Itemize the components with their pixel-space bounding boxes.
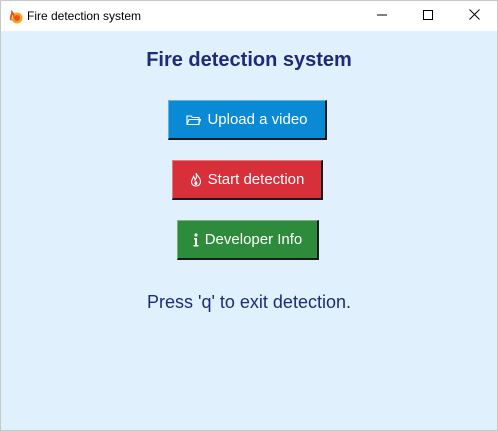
app-window: Fire detection system Fire detection sys… xyxy=(0,0,498,431)
minimize-button[interactable] xyxy=(359,1,405,31)
minimize-icon xyxy=(377,7,387,25)
folder-icon xyxy=(186,114,202,126)
fire-app-icon xyxy=(7,8,23,24)
page-title: Fire detection system xyxy=(146,49,352,71)
maximize-icon xyxy=(423,7,433,25)
upload-video-button[interactable]: Upload a video xyxy=(168,100,327,140)
info-icon xyxy=(193,232,199,247)
title-bar[interactable]: Fire detection system xyxy=(1,1,497,31)
upload-video-label: Upload a video xyxy=(207,111,308,128)
developer-info-label: Developer Info xyxy=(204,231,303,248)
main-panel: Fire detection system Upload a video Sta… xyxy=(1,31,497,430)
exit-hint-text: Press 'q' to exit detection. xyxy=(147,292,351,312)
fire-icon xyxy=(190,172,202,187)
start-detection-button[interactable]: Start detection xyxy=(172,160,323,200)
close-button[interactable] xyxy=(451,1,497,31)
window-title: Fire detection system xyxy=(27,9,142,23)
developer-info-button[interactable]: Developer Info xyxy=(177,220,319,260)
maximize-button[interactable] xyxy=(405,1,451,31)
close-icon xyxy=(468,7,480,25)
start-detection-label: Start detection xyxy=(207,171,305,188)
